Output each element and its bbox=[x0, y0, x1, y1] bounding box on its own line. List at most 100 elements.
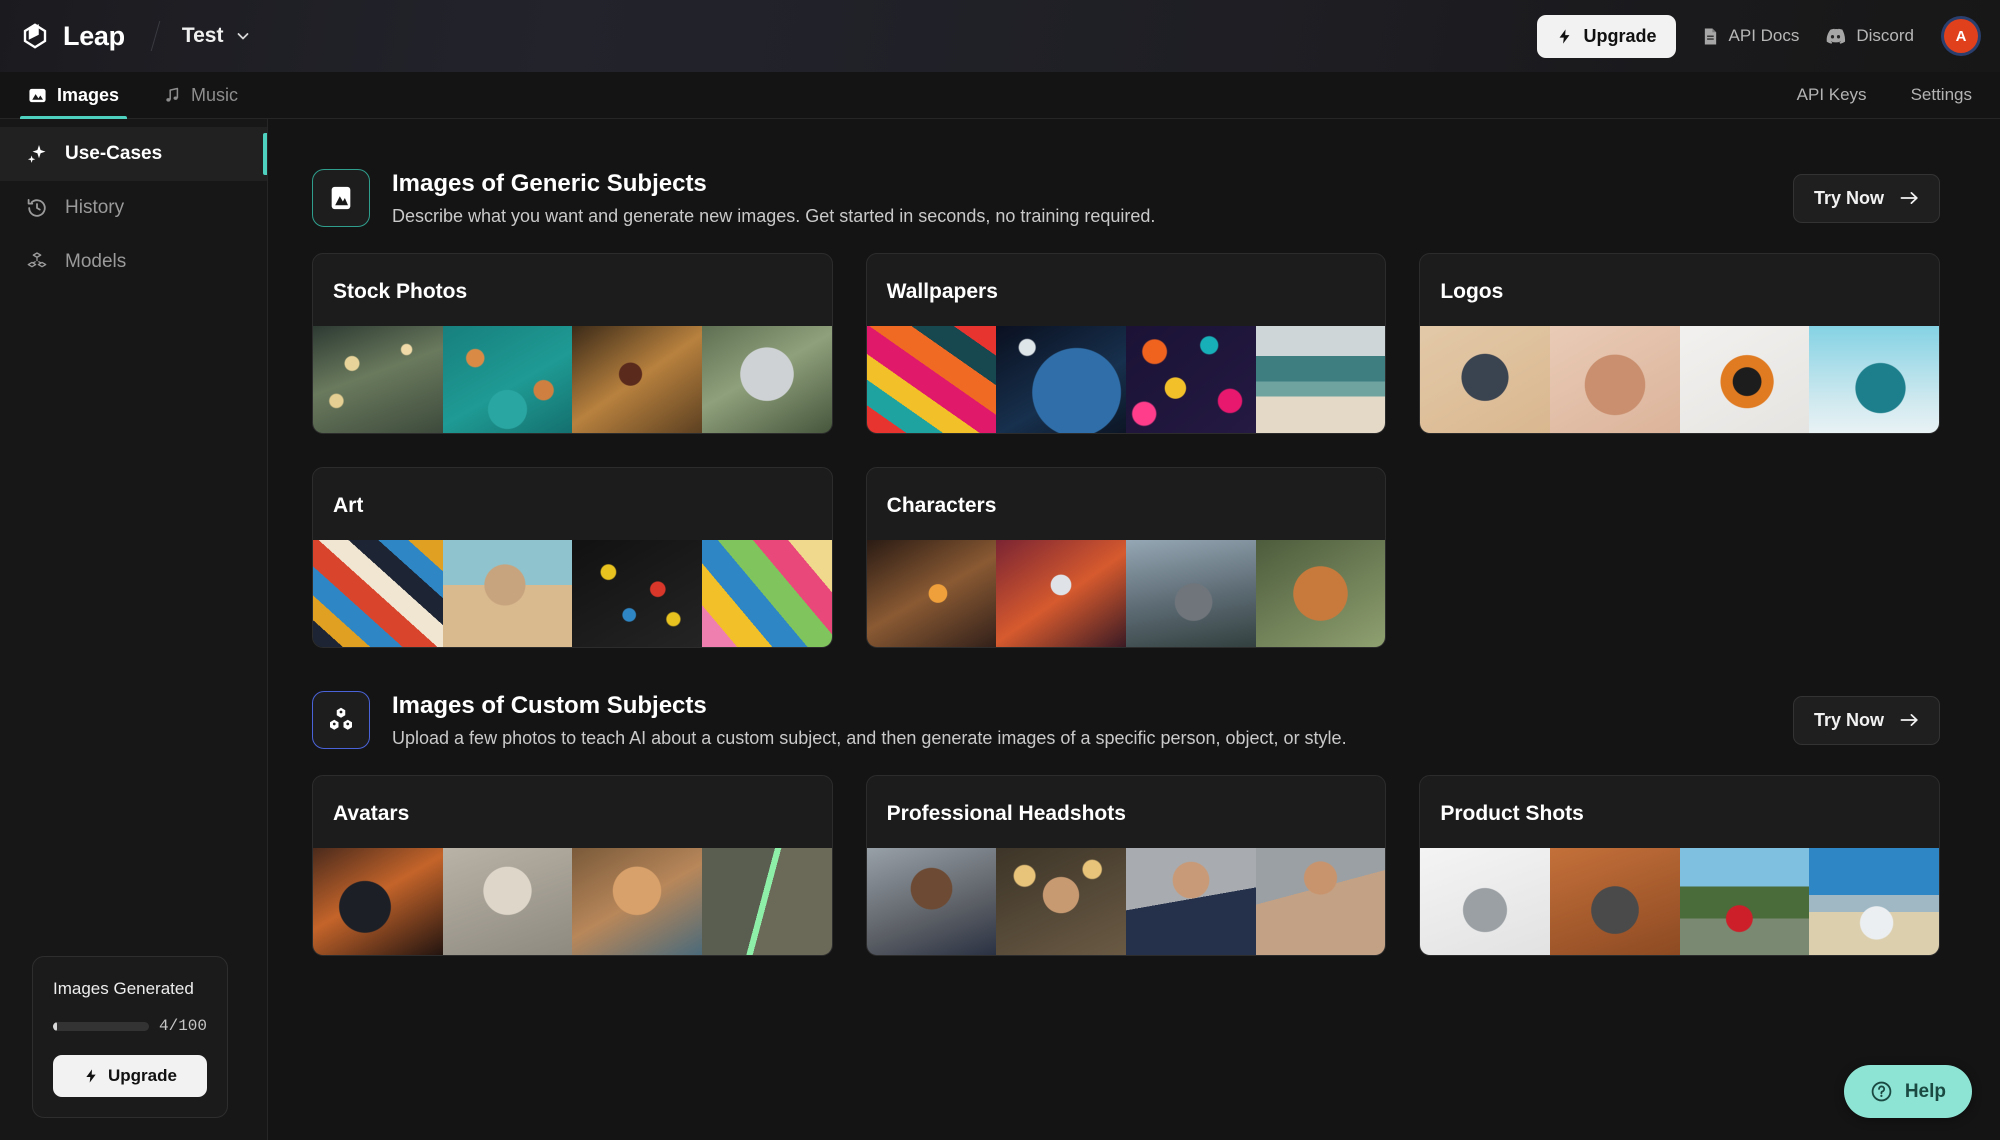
sidebar-item-use-cases[interactable]: Use-Cases bbox=[0, 127, 267, 181]
use-case-card[interactable]: Product Shots bbox=[1419, 775, 1940, 956]
tab-images[interactable]: Images bbox=[20, 72, 127, 118]
usage-progress-fill bbox=[53, 1022, 57, 1031]
sidebar-item-models[interactable]: Models bbox=[0, 235, 267, 289]
sparkles-icon bbox=[26, 143, 48, 165]
use-case-card[interactable]: Characters bbox=[866, 467, 1387, 648]
use-case-card[interactable]: Logos bbox=[1419, 253, 1940, 434]
nav-tabs: Images Music bbox=[0, 72, 246, 118]
use-case-grid: Avatars Professional Headshots Product Sho… bbox=[312, 775, 1940, 956]
thumbnail-strip bbox=[1420, 326, 1939, 433]
thumbnail-cartoon-squirrel bbox=[1256, 540, 1386, 647]
use-case-card[interactable]: Wallpapers bbox=[866, 253, 1387, 434]
thumbnail-man-in-suit-headshot bbox=[867, 848, 997, 955]
arrow-right-icon bbox=[1900, 712, 1919, 728]
lightning-bolt-icon bbox=[83, 1068, 99, 1084]
use-case-card-title: Product Shots bbox=[1420, 776, 1939, 848]
sidebar-item-history-label: History bbox=[65, 197, 124, 219]
thumbnail-koala-bear bbox=[702, 326, 832, 433]
thumbnail-colorful-abstract-swirls bbox=[867, 326, 997, 433]
image-icon bbox=[28, 86, 47, 105]
sections-host: Images of Generic Subjects Describe what … bbox=[268, 119, 2000, 956]
thumbnail-headphones-orange-backdrop bbox=[1550, 848, 1680, 955]
thumbnail-strip bbox=[867, 540, 1386, 647]
upgrade-button-label: Upgrade bbox=[1584, 26, 1657, 47]
thumbnail-pop-art-portrait bbox=[702, 540, 832, 647]
thumbnail-strip bbox=[867, 848, 1386, 955]
help-button[interactable]: Help bbox=[1844, 1065, 1972, 1118]
thumbnail-fairy-woman-with-wings bbox=[313, 326, 443, 433]
use-case-card[interactable]: Stock Photos bbox=[312, 253, 833, 434]
cube-icon bbox=[20, 21, 50, 51]
section-description: Describe what you want and generate new … bbox=[392, 206, 1155, 227]
sidebar: Use-Cases History Models bbox=[0, 119, 268, 1140]
sidebar-item-models-label: Models bbox=[65, 251, 126, 273]
section-1: Images of Generic Subjects Describe what … bbox=[312, 159, 1940, 648]
thumbnail-woman-in-tan-dress bbox=[1256, 848, 1386, 955]
settings-link[interactable]: Settings bbox=[1911, 85, 1972, 105]
app-root: Leap Test Upgrade bbox=[0, 0, 2000, 1140]
avatar[interactable]: A bbox=[1944, 19, 1978, 53]
thumbnail-jedi-child-with-saber bbox=[702, 848, 832, 955]
thumbnail-roaring-lion bbox=[572, 326, 702, 433]
try-now-button[interactable]: Try Now bbox=[1793, 696, 1940, 745]
brand-name: Leap bbox=[63, 21, 125, 52]
history-clock-icon bbox=[26, 197, 48, 219]
api-keys-link[interactable]: API Keys bbox=[1797, 85, 1867, 105]
thumbnail-man-navy-polo-arms-crossed bbox=[1126, 848, 1256, 955]
section-description: Upload a few photos to teach AI about a … bbox=[392, 728, 1347, 749]
api-docs-link[interactable]: API Docs bbox=[1702, 26, 1800, 46]
discord-link[interactable]: Discord bbox=[1825, 26, 1914, 46]
image-mountain-icon bbox=[327, 184, 355, 212]
tab-music-label: Music bbox=[191, 85, 238, 106]
thumbnail-silver-headphones-white bbox=[1420, 848, 1550, 955]
try-now-button[interactable]: Try Now bbox=[1793, 174, 1940, 223]
thumbnail-hooded-warrior-night bbox=[313, 848, 443, 955]
tab-images-label: Images bbox=[57, 85, 119, 106]
api-docs-label: API Docs bbox=[1729, 26, 1800, 46]
use-case-grid: Stock Photos Wallpapers Logos Art Characters bbox=[312, 253, 1940, 648]
tab-music[interactable]: Music bbox=[155, 72, 246, 118]
thumbnail-surreal-sculpture-desert bbox=[443, 540, 573, 647]
use-case-card[interactable]: Avatars bbox=[312, 775, 833, 956]
workspace-selector[interactable]: Test bbox=[182, 24, 252, 48]
use-case-card[interactable]: Professional Headshots bbox=[866, 775, 1387, 956]
thumbnail-red-suv-mountain-road bbox=[1680, 848, 1810, 955]
sidebar-upgrade-label: Upgrade bbox=[108, 1066, 177, 1086]
use-case-card-title: Characters bbox=[867, 468, 1386, 540]
section-title: Images of Generic Subjects bbox=[392, 170, 1155, 198]
sidebar-item-history[interactable]: History bbox=[0, 181, 267, 235]
use-case-card-title: Avatars bbox=[313, 776, 832, 848]
brand-divider bbox=[151, 21, 161, 51]
thumbnail-retro-camera-logo bbox=[1680, 326, 1810, 433]
cubes-stack-icon bbox=[326, 705, 356, 735]
music-note-icon bbox=[163, 86, 181, 104]
discord-label: Discord bbox=[1856, 26, 1914, 46]
top-bar-actions: Upgrade API Docs Discord bbox=[1537, 15, 2000, 58]
thumbnail-strip bbox=[867, 326, 1386, 433]
question-circle-icon bbox=[1870, 1080, 1893, 1103]
sidebar-upgrade-button[interactable]: Upgrade bbox=[53, 1055, 207, 1097]
usage-title: Images Generated bbox=[53, 979, 207, 999]
thumbnail-abstract-paint-splatter bbox=[572, 540, 702, 647]
section-header: Images of Custom Subjects Upload a few ph… bbox=[312, 681, 1940, 775]
workspace-name: Test bbox=[182, 24, 224, 48]
usage-card: Images Generated 4/100 Upgrade bbox=[32, 956, 228, 1118]
thumbnail-3d-cartoon-boy bbox=[572, 848, 702, 955]
thumbnail-anime-ninja-warrior bbox=[996, 540, 1126, 647]
thumbnail-dog-face-logo bbox=[1420, 326, 1550, 433]
brand[interactable]: Leap bbox=[0, 21, 125, 52]
sidebar-item-use-cases-label: Use-Cases bbox=[65, 143, 162, 165]
section-text: Images of Generic Subjects Describe what … bbox=[392, 170, 1155, 227]
upgrade-button[interactable]: Upgrade bbox=[1537, 15, 1676, 58]
section-icon bbox=[312, 691, 370, 749]
use-case-card-title: Logos bbox=[1420, 254, 1939, 326]
lightning-bolt-icon bbox=[1556, 28, 1573, 45]
use-case-card[interactable]: Art bbox=[312, 467, 833, 648]
discord-icon bbox=[1825, 28, 1846, 44]
use-case-card-title: Wallpapers bbox=[867, 254, 1386, 326]
use-case-card-title: Professional Headshots bbox=[867, 776, 1386, 848]
thumbnail-woman-smiling-bokeh bbox=[996, 848, 1126, 955]
use-case-card-title: Stock Photos bbox=[313, 254, 832, 326]
section-title: Images of Custom Subjects bbox=[392, 692, 1347, 720]
main-content: Images of Generic Subjects Describe what … bbox=[268, 119, 2000, 1140]
